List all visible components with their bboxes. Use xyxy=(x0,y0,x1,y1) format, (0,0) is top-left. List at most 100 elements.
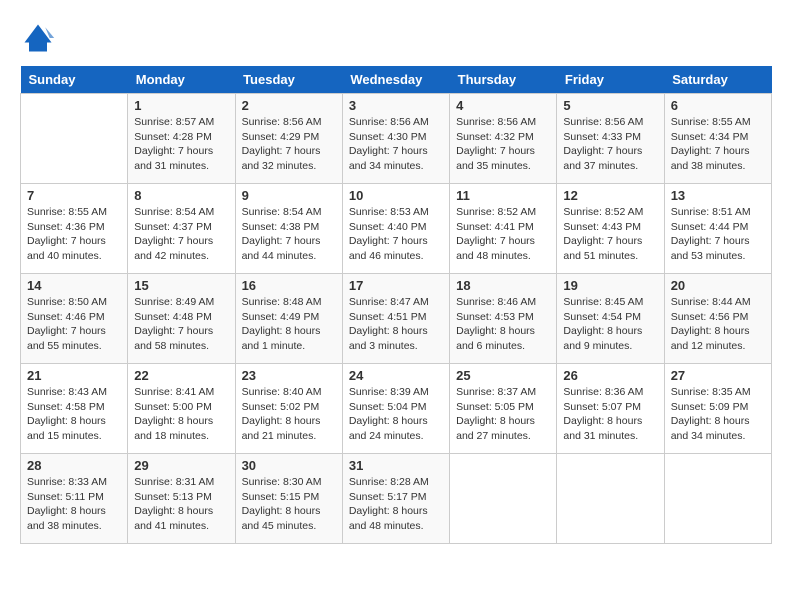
day-cell xyxy=(21,94,128,184)
day-detail: Sunrise: 8:51 AMSunset: 4:44 PMDaylight:… xyxy=(671,205,765,264)
day-cell: 12 Sunrise: 8:52 AMSunset: 4:43 PMDayligh… xyxy=(557,184,664,274)
day-header-friday: Friday xyxy=(557,66,664,94)
day-number: 18 xyxy=(456,278,550,293)
day-cell: 11Sunrise: 8:52 AMSunset: 4:41 PMDayligh… xyxy=(450,184,557,274)
logo-icon xyxy=(20,20,56,56)
day-cell: 20Sunrise: 8:44 AMSunset: 4:56 PMDayligh… xyxy=(664,274,771,364)
day-cell xyxy=(664,454,771,544)
day-number: 5 xyxy=(563,98,657,113)
day-detail: Sunrise: 8:44 AMSunset: 4:56 PMDaylight:… xyxy=(671,295,765,354)
page-header xyxy=(20,20,772,56)
calendar-table: SundayMondayTuesdayWednesdayThursdayFrid… xyxy=(20,66,772,544)
day-number: 15 xyxy=(134,278,228,293)
day-number: 1 xyxy=(134,98,228,113)
day-cell xyxy=(450,454,557,544)
day-detail: Sunrise: 8:57 AMSunset: 4:28 PMDaylight:… xyxy=(134,115,228,174)
day-detail: Sunrise: 8:52 AMSunset: 4:41 PMDaylight:… xyxy=(456,205,550,264)
day-number: 2 xyxy=(242,98,336,113)
day-detail: Sunrise: 8:56 AMSunset: 4:29 PMDaylight:… xyxy=(242,115,336,174)
day-number: 8 xyxy=(134,188,228,203)
day-detail: Sunrise: 8:37 AMSunset: 5:05 PMDaylight:… xyxy=(456,385,550,444)
day-number: 13 xyxy=(671,188,765,203)
day-detail: Sunrise: 8:55 AMSunset: 4:34 PMDaylight:… xyxy=(671,115,765,174)
day-number: 31 xyxy=(349,458,443,473)
day-cell xyxy=(557,454,664,544)
day-detail: Sunrise: 8:36 AMSunset: 5:07 PMDaylight:… xyxy=(563,385,657,444)
day-cell: 10 Sunrise: 8:53 AMSunset: 4:40 PMDayligh… xyxy=(342,184,449,274)
week-row-2: 7 Sunrise: 8:55 AMSunset: 4:36 PMDaylight… xyxy=(21,184,772,274)
day-number: 24 xyxy=(349,368,443,383)
day-number: 17 xyxy=(349,278,443,293)
day-cell: 29Sunrise: 8:31 AMSunset: 5:13 PMDayligh… xyxy=(128,454,235,544)
day-number: 12 xyxy=(563,188,657,203)
day-header-saturday: Saturday xyxy=(664,66,771,94)
day-cell: 2 Sunrise: 8:56 AMSunset: 4:29 PMDaylight… xyxy=(235,94,342,184)
day-detail: Sunrise: 8:43 AMSunset: 4:58 PMDaylight:… xyxy=(27,385,121,444)
day-cell: 5 Sunrise: 8:56 AMSunset: 4:33 PMDaylight… xyxy=(557,94,664,184)
day-detail: Sunrise: 8:56 AMSunset: 4:30 PMDaylight:… xyxy=(349,115,443,174)
day-number: 26 xyxy=(563,368,657,383)
day-number: 4 xyxy=(456,98,550,113)
day-detail: Sunrise: 8:30 AMSunset: 5:15 PMDaylight:… xyxy=(242,475,336,534)
day-cell: 27Sunrise: 8:35 AMSunset: 5:09 PMDayligh… xyxy=(664,364,771,454)
week-row-5: 28Sunrise: 8:33 AMSunset: 5:11 PMDayligh… xyxy=(21,454,772,544)
day-cell: 4Sunrise: 8:56 AMSunset: 4:32 PMDaylight… xyxy=(450,94,557,184)
day-detail: Sunrise: 8:54 AMSunset: 4:38 PMDaylight:… xyxy=(242,205,336,264)
day-cell: 19 Sunrise: 8:45 AMSunset: 4:54 PMDayligh… xyxy=(557,274,664,364)
day-number: 27 xyxy=(671,368,765,383)
day-cell: 24Sunrise: 8:39 AMSunset: 5:04 PMDayligh… xyxy=(342,364,449,454)
day-header-row: SundayMondayTuesdayWednesdayThursdayFrid… xyxy=(21,66,772,94)
logo xyxy=(20,20,60,56)
day-detail: Sunrise: 8:48 AMSunset: 4:49 PMDaylight:… xyxy=(242,295,336,354)
day-header-thursday: Thursday xyxy=(450,66,557,94)
day-cell: 16Sunrise: 8:48 AMSunset: 4:49 PMDayligh… xyxy=(235,274,342,364)
day-detail: Sunrise: 8:52 AMSunset: 4:43 PMDaylight:… xyxy=(563,205,657,264)
day-cell: 8 Sunrise: 8:54 AMSunset: 4:37 PMDaylight… xyxy=(128,184,235,274)
day-detail: Sunrise: 8:46 AMSunset: 4:53 PMDaylight:… xyxy=(456,295,550,354)
week-row-1: 1 Sunrise: 8:57 AMSunset: 4:28 PMDaylight… xyxy=(21,94,772,184)
day-detail: Sunrise: 8:41 AMSunset: 5:00 PMDaylight:… xyxy=(134,385,228,444)
day-number: 21 xyxy=(27,368,121,383)
day-detail: Sunrise: 8:49 AMSunset: 4:48 PMDaylight:… xyxy=(134,295,228,354)
day-cell: 23Sunrise: 8:40 AMSunset: 5:02 PMDayligh… xyxy=(235,364,342,454)
day-number: 3 xyxy=(349,98,443,113)
day-number: 9 xyxy=(242,188,336,203)
day-cell: 18 Sunrise: 8:46 AMSunset: 4:53 PMDayligh… xyxy=(450,274,557,364)
day-number: 28 xyxy=(27,458,121,473)
week-row-4: 21 Sunrise: 8:43 AMSunset: 4:58 PMDayligh… xyxy=(21,364,772,454)
day-cell: 6 Sunrise: 8:55 AMSunset: 4:34 PMDaylight… xyxy=(664,94,771,184)
day-cell: 13 Sunrise: 8:51 AMSunset: 4:44 PMDayligh… xyxy=(664,184,771,274)
day-header-monday: Monday xyxy=(128,66,235,94)
day-detail: Sunrise: 8:50 AMSunset: 4:46 PMDaylight:… xyxy=(27,295,121,354)
week-row-3: 14 Sunrise: 8:50 AMSunset: 4:46 PMDayligh… xyxy=(21,274,772,364)
day-header-wednesday: Wednesday xyxy=(342,66,449,94)
day-detail: Sunrise: 8:56 AMSunset: 4:33 PMDaylight:… xyxy=(563,115,657,174)
day-number: 10 xyxy=(349,188,443,203)
day-detail: Sunrise: 8:40 AMSunset: 5:02 PMDaylight:… xyxy=(242,385,336,444)
day-detail: Sunrise: 8:53 AMSunset: 4:40 PMDaylight:… xyxy=(349,205,443,264)
day-detail: Sunrise: 8:54 AMSunset: 4:37 PMDaylight:… xyxy=(134,205,228,264)
day-cell: 3 Sunrise: 8:56 AMSunset: 4:30 PMDaylight… xyxy=(342,94,449,184)
day-number: 30 xyxy=(242,458,336,473)
day-header-tuesday: Tuesday xyxy=(235,66,342,94)
day-number: 19 xyxy=(563,278,657,293)
day-header-sunday: Sunday xyxy=(21,66,128,94)
day-number: 14 xyxy=(27,278,121,293)
day-detail: Sunrise: 8:55 AMSunset: 4:36 PMDaylight:… xyxy=(27,205,121,264)
day-cell: 21 Sunrise: 8:43 AMSunset: 4:58 PMDayligh… xyxy=(21,364,128,454)
day-number: 7 xyxy=(27,188,121,203)
day-cell: 14 Sunrise: 8:50 AMSunset: 4:46 PMDayligh… xyxy=(21,274,128,364)
day-cell: 7 Sunrise: 8:55 AMSunset: 4:36 PMDaylight… xyxy=(21,184,128,274)
day-cell: 28Sunrise: 8:33 AMSunset: 5:11 PMDayligh… xyxy=(21,454,128,544)
day-number: 22 xyxy=(134,368,228,383)
day-cell: 15 Sunrise: 8:49 AMSunset: 4:48 PMDayligh… xyxy=(128,274,235,364)
day-cell: 31 Sunrise: 8:28 AMSunset: 5:17 PMDayligh… xyxy=(342,454,449,544)
day-detail: Sunrise: 8:28 AMSunset: 5:17 PMDaylight:… xyxy=(349,475,443,534)
day-cell: 17 Sunrise: 8:47 AMSunset: 4:51 PMDayligh… xyxy=(342,274,449,364)
day-detail: Sunrise: 8:47 AMSunset: 4:51 PMDaylight:… xyxy=(349,295,443,354)
day-detail: Sunrise: 8:45 AMSunset: 4:54 PMDaylight:… xyxy=(563,295,657,354)
day-number: 6 xyxy=(671,98,765,113)
day-cell: 30 Sunrise: 8:30 AMSunset: 5:15 PMDayligh… xyxy=(235,454,342,544)
day-detail: Sunrise: 8:31 AMSunset: 5:13 PMDaylight:… xyxy=(134,475,228,534)
day-cell: 1 Sunrise: 8:57 AMSunset: 4:28 PMDaylight… xyxy=(128,94,235,184)
